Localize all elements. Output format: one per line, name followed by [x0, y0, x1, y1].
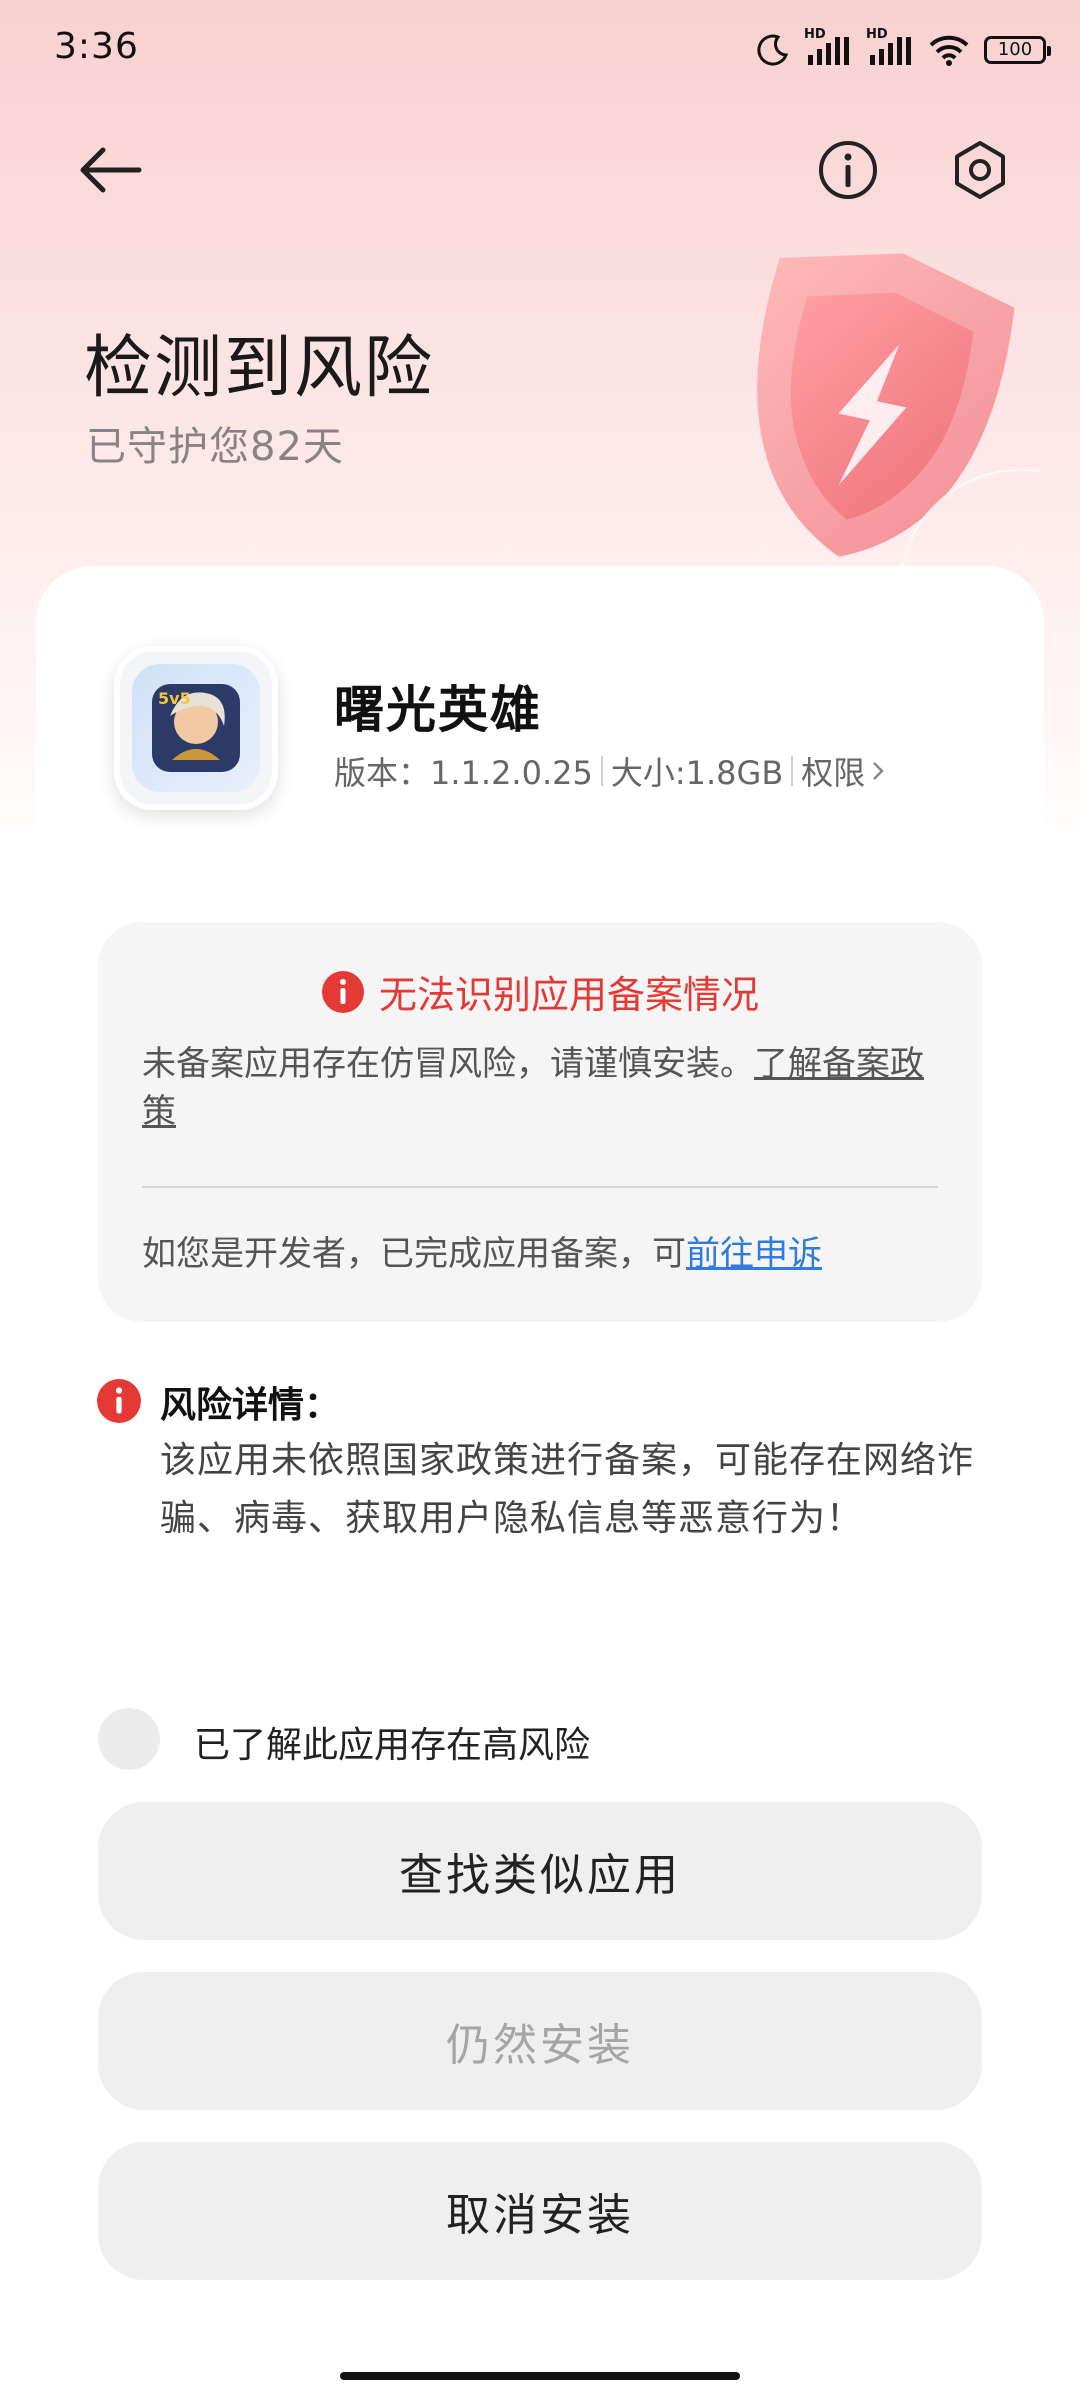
- warning-title-row: 无法识别应用备案情况: [98, 964, 982, 1019]
- app-version: 版本：1.1.2.0.25: [334, 754, 593, 792]
- app-icon-image: 5v5: [132, 664, 260, 792]
- home-indicator[interactable]: [340, 2372, 740, 2380]
- status-time: 3:36: [54, 26, 139, 67]
- alert-icon: [321, 970, 364, 1013]
- app-meta: 版本：1.1.2.0.25 大小:1.8GB 权限: [334, 748, 885, 794]
- hd-label: HD: [804, 27, 826, 42]
- status-bar: 3:36 HD HD 100: [0, 0, 1080, 100]
- appeal-text: 如您是开发者，已完成应用备案，可: [142, 1234, 686, 1274]
- back-button[interactable]: [70, 130, 150, 210]
- meta-divider: [791, 756, 794, 786]
- shield-lightning-icon: [757, 253, 1040, 590]
- risk-detail-text: 该应用未依照国家政策进行备案，可能存在网络诈骗、病毒、获取用户隐私信息等恶意行为…: [160, 1440, 975, 1539]
- battery-icon: 100: [984, 36, 1051, 64]
- permissions-label: 权限: [801, 754, 866, 792]
- app-card: 5v5 曙光英雄 版本：1.1.2.0.25 大小:1.8GB 权限 无法识别应…: [36, 566, 1044, 2400]
- permissions-link[interactable]: 权限: [801, 748, 885, 794]
- settings-button[interactable]: [940, 130, 1020, 210]
- signal-icon: HD: [804, 27, 852, 67]
- filing-warning-box: 无法识别应用备案情况 未备案应用存在仿冒风险，请谨慎安装。了解备案政策 如您是开…: [98, 922, 982, 1322]
- appeal-link[interactable]: 前往申诉: [686, 1234, 822, 1274]
- chevron-right-icon: [873, 762, 885, 780]
- protection-days: 已守护您82天: [86, 424, 344, 470]
- back-arrow-icon: [80, 147, 142, 193]
- warning-title: 无法识别应用备案情况: [378, 973, 759, 1017]
- cancel-install-button[interactable]: 取消安装: [98, 2142, 982, 2280]
- risk-detail-label: 风险详情：: [160, 1385, 341, 1426]
- divider: [142, 1186, 938, 1188]
- status-icons: HD HD 100: [756, 27, 1051, 72]
- security-check-screen: 3:36 HD HD 100 检测到风险 已守护您82天 5v5 曙光英雄 版本…: [0, 0, 1080, 2400]
- settings-icon: [955, 141, 1005, 199]
- find-similar-apps-button[interactable]: 查找类似应用: [98, 1802, 982, 1940]
- page-title: 检测到风险: [84, 329, 435, 408]
- warning-description: 未备案应用存在仿冒风险，请谨慎安装。了解备案政策: [142, 1040, 942, 1136]
- alert-icon: [97, 1379, 141, 1423]
- info-icon: [819, 141, 877, 199]
- warning-description-text: 未备案应用存在仿冒风险，请谨慎安装。: [142, 1044, 754, 1084]
- moon-icon: [756, 33, 790, 67]
- acknowledge-checkbox[interactable]: [98, 1708, 160, 1770]
- app-size: 大小:1.8GB: [610, 754, 784, 792]
- app-icon-badge: 5v5: [158, 689, 191, 708]
- wifi-icon: [928, 33, 970, 67]
- meta-divider: [600, 756, 603, 786]
- app-icon: 5v5: [114, 646, 278, 810]
- install-anyway-button[interactable]: 仍然安装: [98, 1972, 982, 2110]
- appeal-row: 如您是开发者，已完成应用备案，可前往申诉: [142, 1226, 822, 1275]
- acknowledge-label[interactable]: 已了解此应用存在高风险: [194, 1716, 590, 1768]
- signal-icon: HD: [866, 27, 914, 67]
- info-button[interactable]: [808, 130, 888, 210]
- app-name: 曙光英雄: [334, 681, 542, 739]
- hd-label: HD: [866, 27, 888, 42]
